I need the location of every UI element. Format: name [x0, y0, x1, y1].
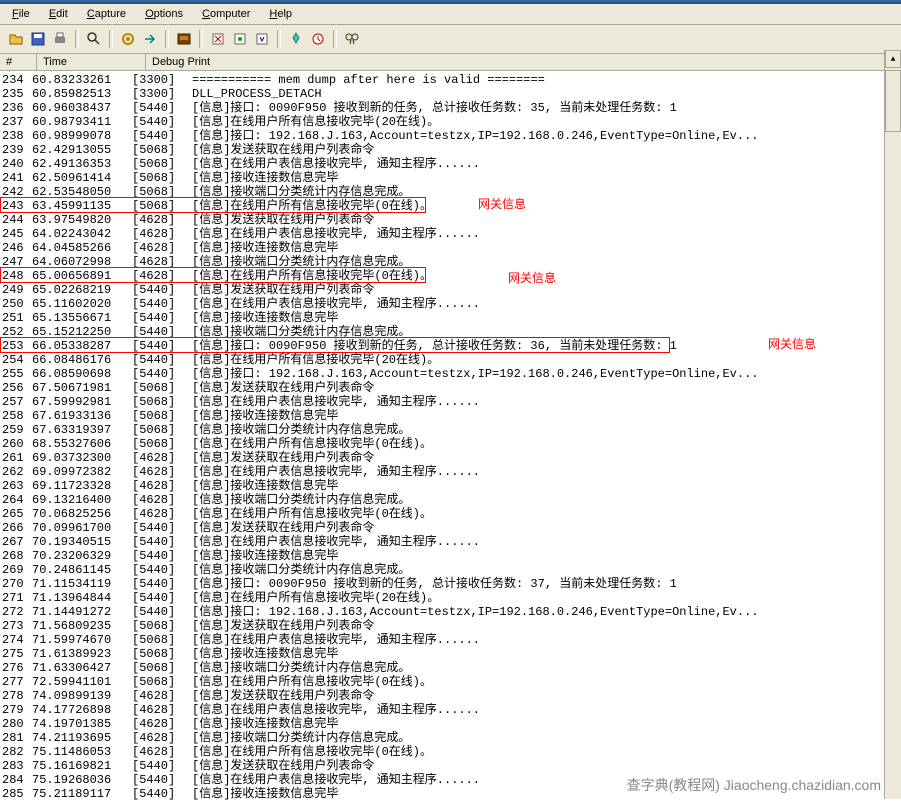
scroll-thumb[interactable] [885, 70, 901, 132]
print-icon[interactable] [50, 29, 70, 49]
header-time[interactable]: Time [37, 54, 146, 70]
log-row[interactable]: 28475.19268036[5440][信息]在线用户表信息接收完毕, 通知主… [0, 773, 901, 787]
log-row[interactable]: 25366.05338287[5440][信息]接口: 0090F950 接收到… [0, 339, 901, 353]
history-icon[interactable] [308, 29, 328, 49]
menu-bar: File Edit Capture Options Computer Help [0, 4, 901, 25]
column-headers: # Time Debug Print [0, 54, 901, 71]
log-row[interactable]: 25165.13556671[5440][信息]接收连接数信息完毕 [0, 311, 901, 325]
log-row[interactable]: 27772.59941101[5068][信息]在线用户所有信息接收完毕(0在线… [0, 675, 901, 689]
log-row[interactable]: 27271.14491272[5440][信息]接口: 192.168.J.16… [0, 605, 901, 619]
log-row[interactable]: 23560.85982513[3300]DLL_PROCESS_DETACH [0, 87, 901, 101]
log-row[interactable]: 24965.02268219[5440][信息]发送获取在线用户列表命令 [0, 283, 901, 297]
log-row[interactable]: 25065.11602020[5440][信息]在线用户表信息接收完毕, 通知主… [0, 297, 901, 311]
log-row[interactable]: 24764.06072998[4628][信息]接收端口分类统计内存信息完成。 [0, 255, 901, 269]
log-row[interactable]: 26770.19340515[5440][信息]在线用户表信息接收完毕, 通知主… [0, 535, 901, 549]
separator [165, 30, 169, 48]
menu-file[interactable]: File [4, 6, 38, 22]
log-row[interactable]: 28074.19701385[4628][信息]接收连接数信息完毕 [0, 717, 901, 731]
menu-edit[interactable]: Edit [41, 6, 76, 22]
gear-icon[interactable] [118, 29, 138, 49]
log-row[interactable]: 27874.09899139[4628][信息]发送获取在线用户列表命令 [0, 689, 901, 703]
scroll-up-icon[interactable]: ▲ [885, 50, 901, 68]
log-row[interactable]: 25566.08590698[5440][信息]接口: 192.168.J.16… [0, 367, 901, 381]
log-row[interactable]: 26169.03732300[4628][信息]发送获取在线用户列表命令 [0, 451, 901, 465]
find-icon[interactable] [342, 29, 362, 49]
log-row[interactable]: 28375.16169821[5440][信息]发送获取在线用户列表命令 [0, 759, 901, 773]
separator [109, 30, 113, 48]
menu-computer[interactable]: Computer [194, 6, 258, 22]
menu-help[interactable]: Help [261, 6, 300, 22]
log-row[interactable]: 24162.50961414[5068][信息]接收连接数信息完毕 [0, 171, 901, 185]
log-row[interactable]: 24363.45991135[5068][信息]在线用户所有信息接收完毕(0在线… [0, 199, 901, 213]
log-row[interactable]: 26269.09972382[4628][信息]在线用户表信息接收完毕, 通知主… [0, 465, 901, 479]
log-row[interactable]: 23760.98793411[5440][信息]在线用户所有信息接收完毕(20在… [0, 115, 901, 129]
highlight-icon[interactable] [286, 29, 306, 49]
log-row[interactable]: 24865.00656891[4628][信息]在线用户所有信息接收完毕(0在线… [0, 269, 901, 283]
log-row[interactable]: 26068.55327606[5068][信息]在线用户所有信息接收完毕(0在线… [0, 437, 901, 451]
log-row[interactable]: 24062.49136353[5068][信息]在线用户表信息接收完毕, 通知主… [0, 157, 901, 171]
log-row[interactable]: 25265.15212250[5440][信息]接收端口分类统计内存信息完成。 [0, 325, 901, 339]
save-icon[interactable] [28, 29, 48, 49]
log-row[interactable]: 24564.02243042[4628][信息]在线用户表信息接收完毕, 通知主… [0, 227, 901, 241]
log-row[interactable]: 23860.98999078[5440][信息]接口: 192.168.J.16… [0, 129, 901, 143]
log-row[interactable]: 27071.11534119[5440][信息]接口: 0090F950 接收到… [0, 577, 901, 591]
log-row[interactable]: 28174.21193695[4628][信息]接收端口分类统计内存信息完成。 [0, 731, 901, 745]
vertical-scrollbar[interactable]: ▲ [884, 50, 901, 799]
open-icon[interactable] [6, 29, 26, 49]
log-row[interactable]: 27171.13964844[5440][信息]在线用户所有信息接收完毕(20在… [0, 591, 901, 605]
log-row[interactable]: 28275.11486053[4628][信息]在线用户所有信息接收完毕(0在线… [0, 745, 901, 759]
log-row[interactable]: 26870.23206329[5440][信息]接收连接数信息完毕 [0, 549, 901, 563]
separator [277, 30, 281, 48]
log-row[interactable]: 23460.83233261[3300]=========== mem dump… [0, 73, 901, 87]
log-row[interactable]: 23660.96038437[5440][信息]接口: 0090F950 接收到… [0, 101, 901, 115]
separator [75, 30, 79, 48]
log-row[interactable]: 27571.61389923[5068][信息]接收连接数信息完毕 [0, 647, 901, 661]
log-row[interactable]: 27371.56809235[5068][信息]发送获取在线用户列表命令 [0, 619, 901, 633]
log-row[interactable]: 25867.61933136[5068][信息]接收连接数信息完毕 [0, 409, 901, 423]
log-row[interactable]: 26570.06825256[4628][信息]在线用户所有信息接收完毕(0在线… [0, 507, 901, 521]
log-row[interactable]: 27671.63306427[5068][信息]接收端口分类统计内存信息完成。 [0, 661, 901, 675]
search-icon[interactable] [84, 29, 104, 49]
log-row[interactable]: 24664.04585266[4628][信息]接收连接数信息完毕 [0, 241, 901, 255]
header-debug[interactable]: Debug Print [146, 54, 901, 70]
filter-icon[interactable] [230, 29, 250, 49]
autoscroll-icon[interactable] [252, 29, 272, 49]
log-row[interactable]: 27974.17726898[4628][信息]在线用户表信息接收完毕, 通知主… [0, 703, 901, 717]
log-row[interactable]: 25466.08486176[5440][信息]在线用户所有信息接收完毕(20在… [0, 353, 901, 367]
separator [333, 30, 337, 48]
capture-icon[interactable] [174, 29, 194, 49]
header-num[interactable]: # [0, 54, 37, 70]
log-row[interactable]: 25667.50671981[5068][信息]发送获取在线用户列表命令 [0, 381, 901, 395]
log-row[interactable]: 25767.59992981[5068][信息]在线用户表信息接收完毕, 通知主… [0, 395, 901, 409]
separator [199, 30, 203, 48]
log-row[interactable]: 26469.13216400[4628][信息]接收端口分类统计内存信息完成。 [0, 493, 901, 507]
log-row[interactable]: 25967.63319397[5068][信息]接收端口分类统计内存信息完成。 [0, 423, 901, 437]
log-row[interactable]: 23962.42913055[5068][信息]发送获取在线用户列表命令 [0, 143, 901, 157]
log-row[interactable]: 27471.59974670[5068][信息]在线用户表信息接收完毕, 通知主… [0, 633, 901, 647]
log-row[interactable]: 24463.97549820[4628][信息]发送获取在线用户列表命令 [0, 213, 901, 227]
log-area[interactable]: 23460.83233261[3300]=========== mem dump… [0, 71, 901, 803]
arrow-right-icon[interactable] [140, 29, 160, 49]
log-row[interactable]: 24262.53548050[5068][信息]接收端口分类统计内存信息完成。 [0, 185, 901, 199]
log-row[interactable]: 26970.24861145[5440][信息]接收端口分类统计内存信息完成。 [0, 563, 901, 577]
menu-options[interactable]: Options [137, 6, 191, 22]
log-row[interactable]: 26369.11723328[4628][信息]接收连接数信息完毕 [0, 479, 901, 493]
menu-capture[interactable]: Capture [79, 6, 134, 22]
clear-icon[interactable] [208, 29, 228, 49]
log-row[interactable]: 26670.09961700[5440][信息]发送获取在线用户列表命令 [0, 521, 901, 535]
toolbar [0, 25, 901, 54]
